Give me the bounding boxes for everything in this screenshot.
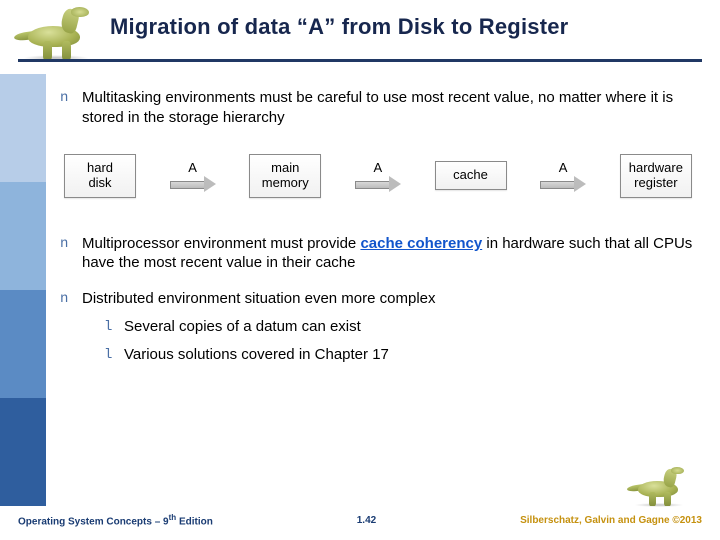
bullet-marker: n [60,234,82,253]
sub-bullet-text: Several copies of a datum can exist [124,317,361,337]
footer-copyright: Silberschatz, Galvin and Gagne ©2013 [520,515,702,526]
arrow-label: A [559,160,568,175]
bullet-marker: n [60,289,82,308]
bullet-text: Distributed environment situation even m… [82,289,436,309]
bullet-text-part: Multiprocessor environment must provide [82,235,360,252]
cache-coherency-link[interactable]: cache coherency [360,235,482,252]
diagram-arrow: A [536,160,590,191]
bullet-item: n Distributed environment situation even… [60,289,696,309]
bullet-marker: n [60,88,82,107]
header-divider [18,59,702,62]
footer-text: Operating System Concepts – 9 [18,516,169,527]
bullet-text: Multitasking environments must be carefu… [82,88,696,128]
diagram-box-cache: cache [435,161,507,190]
diagram-box-label: main memory [262,160,309,190]
diagram-box-label: hard disk [87,160,113,190]
diagram-arrow: A [166,160,220,191]
slide: Migration of data “A” from Disk to Regis… [0,0,720,540]
diagram-box-hardware-register: hardware register [620,154,692,198]
diagram-box-hard-disk: hard disk [64,154,136,198]
slide-footer: Operating System Concepts – 9th Edition … [0,506,720,540]
diagram-box-label: hardware register [629,160,683,190]
diagram-box-main-memory: main memory [249,154,321,198]
diagram-arrow: A [351,160,405,191]
slide-title: Migration of data “A” from Disk to Regis… [18,14,702,40]
bullet-text: Multiprocessor environment must provide … [82,234,696,274]
slide-content: n Multitasking environments must be care… [60,88,696,490]
sub-bullet-marker: l [104,345,124,364]
footer-book-title: Operating System Concepts – 9th Edition [18,513,213,527]
dinosaur-icon [12,6,102,62]
slide-header: Migration of data “A” from Disk to Regis… [0,0,720,74]
diagram-box-label: cache [453,167,488,182]
sub-bullet-item: l Several copies of a datum can exist [104,317,696,337]
footer-page-number: 1.42 [357,515,376,526]
bullet-item: n Multitasking environments must be care… [60,88,696,128]
footer-text: Edition [176,516,213,527]
left-color-stripe [0,74,46,506]
sub-bullet-item: l Various solutions covered in Chapter 1… [104,345,696,365]
sub-bullet-text: Various solutions covered in Chapter 17 [124,345,389,365]
arrow-right-icon [540,177,586,191]
arrow-label: A [188,160,197,175]
arrow-label: A [374,160,383,175]
arrow-right-icon [170,177,216,191]
storage-hierarchy-diagram: hard disk A main memory A cache A hardwa… [64,146,692,206]
sub-bullet-marker: l [104,317,124,336]
bullet-item: n Multiprocessor environment must provid… [60,234,696,274]
arrow-right-icon [355,177,401,191]
dinosaur-icon [626,466,694,508]
